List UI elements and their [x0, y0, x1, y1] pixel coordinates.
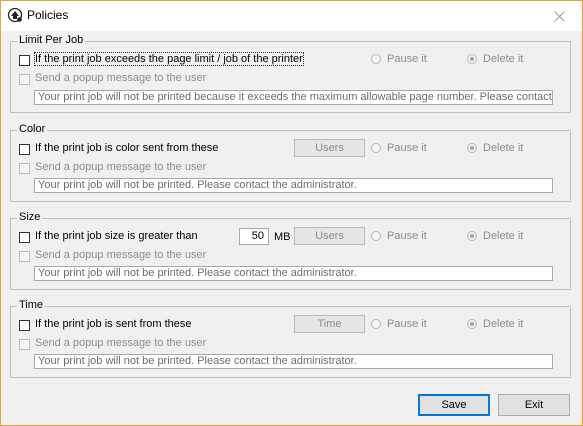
- printer-app-icon: [7, 7, 23, 23]
- size-users-button[interactable]: Users: [294, 227, 365, 245]
- close-button[interactable]: [536, 1, 582, 31]
- size-unit-label: MB: [274, 231, 291, 243]
- time-pause-radio[interactable]: [371, 319, 381, 329]
- policies-dialog: Policies Limit Per Job If the print job …: [0, 0, 583, 426]
- size-pause-radio[interactable]: [371, 231, 381, 241]
- group-title-limit: Limit Per Job: [17, 34, 86, 46]
- window-title: Policies: [27, 8, 69, 22]
- color-message-input[interactable]: Your print job will not be printed. Plea…: [34, 178, 553, 193]
- time-popup-label: Send a popup message to the user: [35, 337, 207, 349]
- color-pause-radio[interactable]: [371, 143, 381, 153]
- exit-button[interactable]: Exit: [498, 394, 570, 416]
- color-popup-label: Send a popup message to the user: [35, 161, 207, 173]
- group-title-color: Color: [17, 123, 48, 135]
- limit-delete-label: Delete it: [483, 53, 524, 65]
- color-delete-radio[interactable]: [467, 143, 477, 153]
- time-button[interactable]: Time: [294, 315, 365, 333]
- size-condition-checkbox[interactable]: [19, 232, 30, 243]
- color-delete-label: Delete it: [483, 142, 524, 154]
- size-delete-radio[interactable]: [467, 231, 477, 241]
- limit-pause-radio[interactable]: [371, 54, 381, 64]
- limit-popup-label: Send a popup message to the user: [35, 72, 207, 84]
- time-condition-checkbox[interactable]: [19, 320, 30, 331]
- size-limit-input[interactable]: 50: [239, 228, 269, 245]
- color-condition-label: If the print job is color sent from thes…: [35, 142, 219, 154]
- time-popup-checkbox[interactable]: [19, 339, 30, 350]
- size-popup-label: Send a popup message to the user: [35, 249, 207, 261]
- group-title-time: Time: [17, 299, 46, 311]
- group-title-size: Size: [17, 211, 43, 223]
- group-size: Size If the print job size is greater th…: [10, 211, 571, 290]
- save-button[interactable]: Save: [418, 394, 490, 416]
- time-delete-radio[interactable]: [467, 319, 477, 329]
- size-condition-label: If the print job size is greater than: [35, 230, 198, 242]
- limit-pause-label: Pause it: [387, 53, 427, 65]
- group-color: Color If the print job is color sent fro…: [10, 123, 571, 202]
- group-limit-per-job: Limit Per Job If the print job exceeds t…: [10, 34, 571, 113]
- color-condition-checkbox[interactable]: [19, 144, 30, 155]
- size-message-input[interactable]: Your print job will not be printed. Plea…: [34, 266, 553, 281]
- limit-popup-checkbox[interactable]: [19, 74, 30, 85]
- size-pause-label: Pause it: [387, 230, 427, 242]
- time-condition-label: If the print job is sent from these: [35, 318, 192, 330]
- limit-condition-label: If the print job exceeds the page limit …: [34, 52, 304, 66]
- close-icon: [553, 10, 565, 22]
- time-pause-label: Pause it: [387, 318, 427, 330]
- color-pause-label: Pause it: [387, 142, 427, 154]
- limit-message-input[interactable]: Your print job will not be printed becau…: [34, 90, 553, 105]
- title-bar: Policies: [1, 1, 582, 31]
- group-time: Time If the print job is sent from these…: [10, 299, 571, 378]
- limit-condition-checkbox[interactable]: [19, 55, 30, 66]
- size-popup-checkbox[interactable]: [19, 251, 30, 262]
- time-message-input[interactable]: Your print job will not be printed. Plea…: [34, 354, 553, 369]
- color-users-button[interactable]: Users: [294, 139, 365, 157]
- time-delete-label: Delete it: [483, 318, 524, 330]
- limit-delete-radio[interactable]: [467, 54, 477, 64]
- color-popup-checkbox[interactable]: [19, 163, 30, 174]
- size-delete-label: Delete it: [483, 230, 524, 242]
